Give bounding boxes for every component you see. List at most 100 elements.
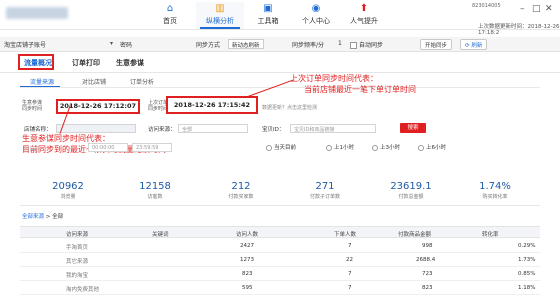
radio-label: 上6小时 [426, 145, 446, 151]
dropdown-arrow-icon[interactable]: ▾ [110, 40, 113, 47]
cell-source: 其它来源 [66, 259, 89, 265]
stat-conversion-value: 1.74% [479, 181, 511, 192]
nav-item-user[interactable]: ◉ 个人中心 [292, 2, 340, 29]
search-button[interactable]: 搜索 [400, 123, 426, 133]
breadcrumb: 全部来源 > 全部 [22, 212, 63, 220]
cell-visitors: 2427 [240, 243, 254, 249]
annotation-order-sync-2: 当前店铺最近一笔下单订单时间 [304, 85, 416, 94]
cell-visitors: 595 [242, 285, 253, 291]
auto-sync-checkbox[interactable]: 自动同步 [350, 40, 383, 49]
item-id-label: 宝贝ID： [262, 127, 285, 133]
item-id-input[interactable]: 宝贝ID和商品链接 [290, 124, 376, 133]
time-start-input[interactable]: 00:00:00 [88, 143, 128, 152]
update-note[interactable]: 数据更新？点击这里检测 [262, 104, 317, 111]
divider [20, 205, 540, 206]
table-row[interactable]: 手淘首页 2427 7 998 0.29% [20, 239, 540, 253]
radio-1h[interactable]: 上1小时 [326, 143, 354, 151]
store-name-label: 店铺名称： [24, 127, 52, 133]
cell-orders: 7 [348, 285, 352, 291]
boost-icon: ⬆ [359, 3, 369, 14]
user-icon: ◉ [311, 3, 321, 14]
divider [0, 72, 560, 73]
nav-item-analysis[interactable]: ▥ 纵横分析 [196, 2, 244, 29]
tab-business-advisor[interactable]: 生意参谋 [116, 58, 144, 68]
start-sync-button[interactable]: 开始同步 [420, 39, 453, 50]
cell-visitors: 823 [242, 271, 253, 277]
stat-conversion-label: 购买转化率 [482, 194, 508, 200]
cell-amount: 2688.4 [416, 257, 436, 263]
time-range-label: 时间段： [24, 147, 47, 153]
th-orders[interactable]: 下单人数 [334, 230, 356, 238]
th-amount[interactable]: 付款商品金额 [398, 230, 431, 238]
nav-label: 个人中心 [302, 17, 330, 25]
stat-suborders-label: 付款子订单数 [309, 194, 340, 200]
nav-label: 纵横分析 [206, 17, 234, 25]
th-keyword[interactable]: 关键词 [152, 230, 169, 238]
last-update-text: 上次数据更新时间：2018-12-26 17:18:2 [478, 24, 560, 36]
top-nav: ⌂ 首页 ▥ 纵横分析 ▣ 工具箱 ◉ 个人中心 ⬆ 人气提升 82301400… [0, 0, 560, 30]
highlight-box [18, 54, 54, 70]
cell-visitors: 1273 [240, 257, 254, 263]
radio-label: 当天目前 [274, 145, 297, 151]
auto-sync-label: 自动同步 [359, 42, 384, 49]
stat-suborders-value: 271 [315, 181, 335, 192]
refresh-label: 刷新 [471, 43, 483, 49]
cell-conversion: 1.18% [518, 285, 536, 291]
stat-visitors-label: 访客数 [147, 194, 163, 200]
home-icon: ⌂ [166, 3, 174, 14]
password-field[interactable]: 密码 [120, 40, 132, 49]
table-row[interactable]: 我的淘宝 823 7 723 0.85% [20, 267, 540, 281]
source-select[interactable]: 全部 [178, 124, 248, 133]
table-row[interactable]: 其它来源 1273 22 2688.4 1.73% [20, 253, 540, 267]
cell-amount: 823 [422, 285, 433, 291]
interval-value[interactable]: 1 [338, 40, 342, 47]
nav-item-home[interactable]: ⌂ 首页 [146, 2, 194, 29]
radio-6h[interactable]: 上6小时 [418, 143, 446, 151]
store-account-field[interactable]: 淘宝店铺子账号 [4, 40, 46, 49]
table-header: 访问来源 关键词 访问人数 下单人数 付款商品金额 转化率 [20, 226, 540, 238]
interval-label: 同步频率/分 [292, 42, 325, 49]
refresh-button[interactable]: ⟳ 刷新 [460, 39, 488, 50]
toolbox-icon: ▣ [263, 3, 273, 14]
logo [6, 7, 68, 19]
radio-today[interactable]: 当天目前 [266, 143, 296, 151]
analysis-icon: ▥ [215, 3, 225, 14]
tab-order-print[interactable]: 订单打印 [72, 58, 100, 68]
nav-label: 工具箱 [257, 17, 279, 25]
last-order-time-value: 2018-12-26 17:15:42 [166, 96, 258, 114]
subtab-compare-store[interactable]: 对比店铺 [82, 77, 106, 86]
cell-orders: 7 [348, 243, 352, 249]
table-row[interactable]: 淘内免费其他 595 7 823 1.18% [20, 281, 540, 295]
close-icon[interactable]: ✕ [545, 4, 553, 14]
stat-buyers-label: 付款买家数 [228, 194, 254, 200]
cell-orders: 7 [348, 271, 352, 277]
subtab-traffic-source[interactable]: 流量来源 [30, 77, 54, 86]
th-conversion[interactable]: 转化率 [482, 230, 499, 238]
restore-icon[interactable]: □ [532, 4, 541, 14]
last-order-time-label: 上次订单 同步时间 [148, 100, 169, 112]
stat-amount-label: 付款总金额 [398, 194, 424, 200]
radio-label: 上3小时 [380, 145, 400, 151]
subtab-order-analysis[interactable]: 订单分析 [130, 77, 154, 86]
cell-conversion: 0.29% [518, 243, 536, 249]
toolbar: 淘宝店铺子账号 ▾ 密码 同步方式 新动态刷新 同步频率/分 1 自动同步 开始… [0, 37, 560, 52]
radio-3h[interactable]: 上3小时 [372, 143, 400, 151]
breadcrumb-link[interactable]: 全部来源 [22, 214, 44, 220]
time-end-input[interactable]: 23:59:59 [132, 143, 172, 152]
nav-item-boost[interactable]: ⬆ 人气提升 [340, 2, 388, 29]
cell-conversion: 1.73% [518, 257, 536, 263]
stat-pageviews-value: 20962 [52, 181, 84, 192]
nav-item-toolbox[interactable]: ▣ 工具箱 [244, 2, 292, 29]
radio-label: 上1小时 [334, 145, 354, 151]
cell-source: 淘内免费其他 [66, 287, 100, 293]
minimize-icon[interactable]: – [520, 4, 525, 14]
cell-source: 手淘首页 [66, 245, 89, 251]
th-source[interactable]: 访问来源 [66, 230, 88, 238]
th-visitors[interactable]: 访问人数 [236, 230, 258, 238]
sync-mode-select[interactable]: 新动态刷新 [228, 39, 264, 49]
stat-buyers-value: 212 [231, 181, 251, 192]
stat-visitors-value: 12158 [139, 181, 171, 192]
annotation-order-sync-1: 上次订单同步时间代表： [290, 74, 378, 83]
cell-source: 我的淘宝 [66, 273, 89, 279]
store-name-field[interactable] [56, 124, 136, 133]
